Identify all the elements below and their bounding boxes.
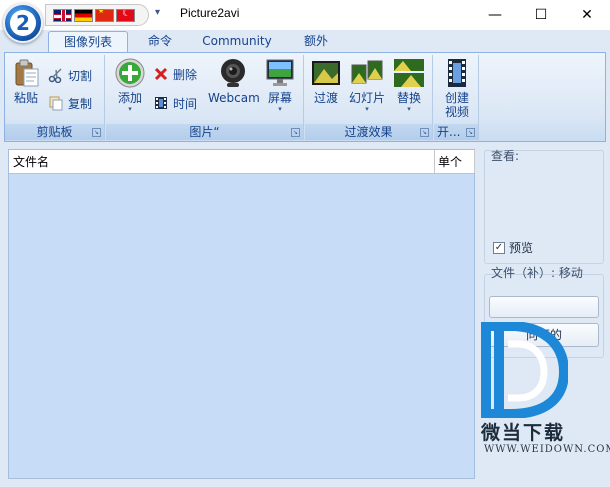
paste-label: 粘贴 (13, 91, 38, 105)
watermark-url: WWW.WEIDOWN.COM (484, 444, 610, 455)
slideshow-button[interactable]: 幻灯片 ▾ (345, 57, 389, 113)
replace-label: 替换 (396, 91, 421, 105)
maximize-icon: ☐ (534, 7, 548, 23)
images-dialog-launcher[interactable]: ↘ (291, 128, 300, 137)
slideshow-label: 幻灯片 (348, 91, 385, 105)
uk-flag-icon[interactable] (53, 8, 72, 22)
copy-label: 复制 (68, 96, 93, 111)
cut-label: 切割 (68, 68, 93, 83)
tab-extra[interactable]: 额外 (292, 31, 340, 53)
cn-flag-icon[interactable] (95, 8, 114, 22)
close-icon: ✕ (581, 7, 593, 23)
webcam-icon (217, 57, 249, 89)
open-group: 创建 视频 开... ↘ (434, 55, 479, 140)
time-button[interactable]: 时间 (152, 93, 197, 113)
title-bar: ▾ Picture2avi — ☐ ✕ (0, 0, 610, 30)
delete-x-icon (152, 65, 170, 83)
tab-commands[interactable]: 命令 (138, 31, 182, 53)
file-field[interactable] (489, 296, 599, 318)
cut-button[interactable]: 切割 (47, 65, 92, 85)
ribbon-tabs: 图像列表 命令 Community 额外 (0, 30, 610, 53)
transitions-dialog-launcher[interactable]: ↘ (420, 128, 429, 137)
preview-checkbox[interactable]: ✓ 预览 (493, 239, 533, 256)
create-video-button[interactable]: 创建 视频 (438, 57, 476, 119)
scissors-icon (47, 66, 65, 84)
monitor-icon (264, 57, 296, 89)
minimize-icon: — (488, 7, 502, 23)
tab-image-list[interactable]: 图像列表 (48, 31, 128, 53)
replace-icon (393, 57, 425, 89)
close-button[interactable]: ✕ (564, 0, 610, 30)
filmstrip-icon (441, 57, 473, 89)
column-divider[interactable] (434, 150, 435, 173)
copy-icon (47, 94, 65, 112)
create-video-label-line2: 视频 (444, 105, 469, 119)
copy-button[interactable]: 复制 (47, 93, 92, 113)
column-filename[interactable]: 文件名 (13, 153, 49, 170)
transition-icon (310, 57, 342, 89)
app-logo-icon: 2 (10, 10, 36, 36)
file-label: 文件（补）: 移动 (491, 266, 583, 280)
add-label: 添加 (117, 91, 142, 105)
screen-button[interactable]: 屏幕 ▾ (262, 57, 298, 113)
column-divider[interactable] (474, 150, 475, 173)
clipboard-dialog-launcher[interactable]: ↘ (92, 128, 101, 137)
slideshow-icon (351, 57, 383, 89)
tr-flag-icon[interactable] (116, 8, 135, 22)
minimize-button[interactable]: — (472, 0, 518, 30)
paste-button[interactable]: 粘贴 (9, 57, 43, 105)
preview-label: 预览 (509, 241, 534, 255)
add-dropdown-icon: ▾ (128, 105, 132, 113)
transition-label: 过渡 (313, 91, 338, 105)
add-button[interactable]: 添加 ▾ (110, 57, 150, 113)
screen-dropdown-icon: ▾ (278, 105, 282, 113)
create-video-label-line1: 创建 (444, 91, 469, 105)
film-icon (152, 94, 170, 112)
tab-community[interactable]: Community (198, 31, 276, 53)
replace-button[interactable]: 替换 ▾ (391, 57, 427, 113)
delete-button[interactable]: 删除 (152, 64, 197, 84)
transitions-group-label: 过渡效果 (305, 124, 432, 140)
webcam-label: Webcam (208, 91, 260, 105)
watermark-text: 微当下载 (481, 422, 566, 444)
paste-icon (10, 57, 42, 89)
images-group: 添加 ▾ 删除 时间 Webcam 屏幕 ▾ 图片“ ↘ (106, 55, 304, 140)
checkbox-checked-icon[interactable]: ✓ (493, 241, 505, 254)
transition-button[interactable]: 过渡 (309, 57, 343, 105)
window-title: Picture2avi (180, 6, 240, 20)
open-dialog-launcher[interactable]: ↘ (466, 128, 475, 137)
webcam-button[interactable]: Webcam (208, 57, 260, 105)
time-label: 时间 (173, 96, 198, 111)
transitions-group: 过渡 幻灯片 ▾ 替换 ▾ 过渡效果 ↘ (305, 55, 433, 140)
images-group-label: 图片“ (106, 124, 303, 140)
maximize-button[interactable]: ☐ (518, 0, 564, 30)
replace-dropdown-icon: ▾ (407, 105, 411, 113)
quick-access-toolbar (45, 4, 149, 26)
de-flag-icon[interactable] (74, 8, 93, 22)
view-label: 查看: (491, 149, 520, 163)
clipboard-group: 粘贴 切割 复制 剪贴板 ↘ (5, 55, 105, 140)
clipboard-group-label: 剪贴板 (5, 124, 104, 140)
qat-dropdown-icon[interactable]: ▾ (155, 7, 160, 18)
slideshow-dropdown-icon: ▾ (365, 105, 369, 113)
column-single[interactable]: 单个 (438, 153, 462, 170)
app-menu-button[interactable]: 2 (3, 3, 43, 43)
weidown-logo-icon (478, 321, 570, 419)
delete-label: 删除 (173, 67, 198, 82)
image-list[interactable]: 文件名 单个 (8, 149, 475, 479)
list-header: 文件名 单个 (9, 150, 475, 174)
ribbon: 粘贴 切割 复制 剪贴板 ↘ 添加 ▾ 删除 时间 Webcam 屏幕 ▾ 图片… (4, 52, 606, 142)
screen-label: 屏幕 (267, 91, 292, 105)
add-icon (114, 57, 146, 89)
